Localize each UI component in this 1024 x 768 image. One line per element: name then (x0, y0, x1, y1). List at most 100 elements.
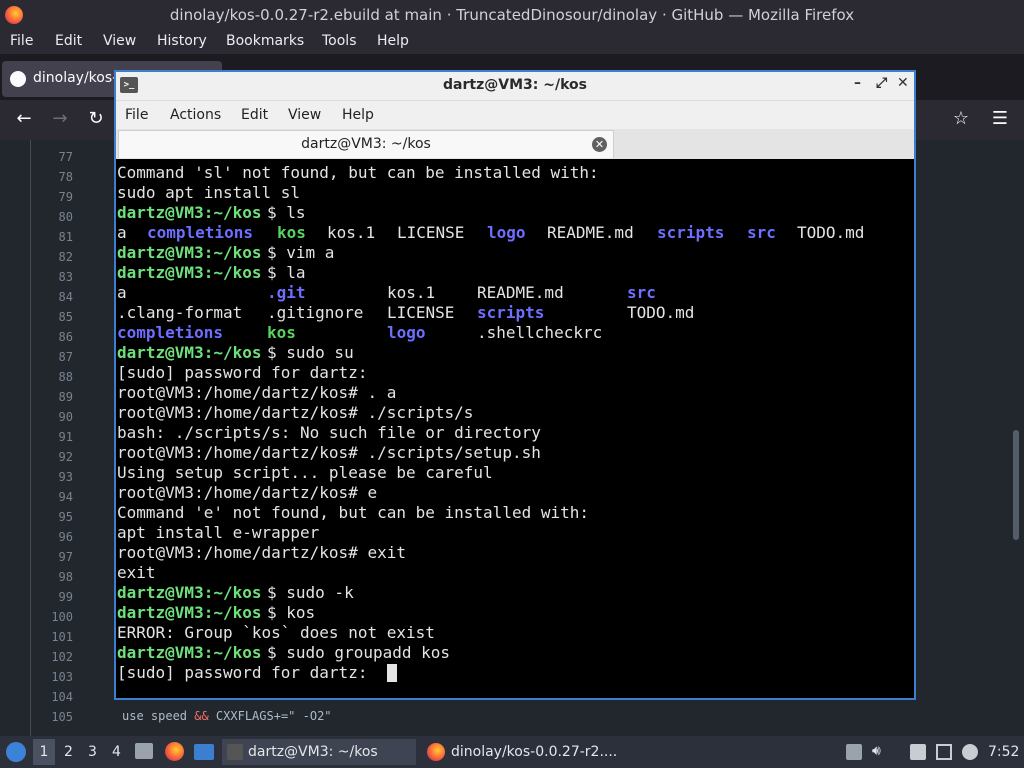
terminal-menu-view[interactable]: View (288, 107, 321, 123)
line-number: 80 (58, 210, 73, 224)
line-number: 81 (58, 230, 73, 244)
maximize-icon[interactable]: ⤢ (876, 75, 887, 91)
output-text: a (117, 283, 127, 302)
taskbar-firefox-task[interactable]: dinolay/kos-0.0.27-r2.... (424, 739, 620, 765)
output-text: [sudo] password for dartz: (117, 663, 378, 682)
tab-close-icon[interactable]: ✕ (592, 137, 607, 152)
output-text: apt install e-wrapper (117, 523, 320, 542)
terminal-menu-actions[interactable]: Actions (170, 107, 221, 123)
line-number: 99 (58, 590, 73, 604)
output-text: README.md (477, 283, 564, 302)
terminal-window: >_ dartz@VM3: ~/kos – ⤢ ✕ File Actions E… (114, 70, 916, 700)
terminal-menu-file[interactable]: File (125, 107, 148, 123)
terminal-task-icon (227, 744, 243, 760)
prompt-text: dartz@VM3:~/kos (117, 203, 262, 222)
start-menu-icon[interactable] (6, 742, 26, 762)
terminal-menu-bar: File Actions Edit View Help (116, 100, 914, 129)
terminal-window-title: dartz@VM3: ~/kos (443, 77, 587, 93)
menu-tools[interactable]: Tools (322, 33, 357, 49)
minimize-icon[interactable]: – (854, 75, 861, 91)
bookmark-star-icon[interactable]: ☆ (949, 108, 973, 129)
taskbar: 1 2 3 4 dartz@VM3: ~/kos dinolay/kos-0.0… (0, 736, 1024, 768)
output-text: logo (387, 323, 426, 342)
update-icon[interactable] (846, 744, 862, 760)
output-text: scripts (477, 303, 545, 322)
terminal-menu-edit[interactable]: Edit (241, 107, 268, 123)
output-text: .shellcheckrc (477, 323, 603, 342)
menu-edit[interactable]: Edit (55, 33, 82, 49)
output-text: a (117, 223, 127, 242)
task-label: dinolay/kos-0.0.27-r2.... (451, 744, 618, 760)
clipboard-icon[interactable] (910, 744, 926, 760)
line-number: 96 (58, 530, 73, 544)
line-number: 90 (58, 410, 73, 424)
output-text: $ kos (267, 603, 316, 622)
line-number: 86 (58, 330, 73, 344)
line-number: 77 (58, 150, 73, 164)
terminal-tab[interactable]: dartz@VM3: ~/kos ✕ (118, 130, 614, 158)
output-text: .clang-format (117, 303, 243, 322)
terminal-title-bar[interactable]: >_ dartz@VM3: ~/kos – ⤢ ✕ (116, 72, 914, 100)
file-manager-icon[interactable] (135, 743, 153, 759)
menu-history[interactable]: History (157, 33, 207, 49)
line-number: 91 (58, 430, 73, 444)
desktop-icon[interactable] (194, 744, 214, 760)
line-number: 105 (51, 710, 73, 724)
output-text: sudo apt install sl (117, 183, 301, 202)
terminal-tab-label: dartz@VM3: ~/kos (301, 136, 431, 152)
workspace-4[interactable]: 4 (112, 744, 121, 760)
volume-icon[interactable]: 🔊︎ (872, 743, 888, 759)
notification-icon[interactable] (962, 744, 978, 760)
page-scrollbar[interactable] (1013, 430, 1019, 540)
menu-file[interactable]: File (10, 33, 33, 49)
output-text: kos.1 (327, 223, 376, 242)
output-text: root@VM3:/home/dartz/kos# ./scripts/s (117, 403, 474, 422)
menu-help[interactable]: Help (377, 33, 409, 49)
output-text: .gitignore (267, 303, 364, 322)
output-text: .git (267, 283, 306, 302)
prompt-text: dartz@VM3:~/kos (117, 583, 262, 602)
output-text: bash: ./scripts/s: No such file or direc… (117, 423, 541, 442)
forward-arrow-icon[interactable]: → (48, 108, 72, 129)
hamburger-menu-icon[interactable]: ☰ (988, 108, 1012, 129)
output-text: kos (267, 323, 296, 342)
line-number: 87 (58, 350, 73, 364)
prompt-text: dartz@VM3:~/kos (117, 343, 262, 362)
menu-bookmarks[interactable]: Bookmarks (226, 33, 304, 49)
code-text: use speed (122, 709, 195, 723)
prompt-text: dartz@VM3:~/kos (117, 263, 262, 282)
workspace-3[interactable]: 3 (88, 744, 97, 760)
output-text: [sudo] password for dartz: (117, 363, 368, 382)
workspace-2[interactable]: 2 (64, 744, 73, 760)
back-arrow-icon[interactable]: ← (12, 108, 36, 129)
line-number: 92 (58, 450, 73, 464)
output-text: root@VM3:/home/dartz/kos# . a (117, 383, 397, 402)
line-number-gutter: 77 78 79 80 81 82 83 84 85 86 87 88 89 9… (30, 140, 78, 736)
code-text: CXXFLAGS+=" -O2" (208, 709, 332, 723)
output-text: $ sudo groupadd kos (267, 643, 451, 662)
output-text: $ ls (267, 203, 306, 222)
text-cursor (387, 664, 397, 682)
menu-view[interactable]: View (103, 33, 136, 49)
firefox-title-bar: dinolay/kos-0.0.27-r2.ebuild at main · T… (0, 0, 1024, 30)
network-icon[interactable] (936, 744, 952, 760)
prompt-text: dartz@VM3:~/kos (117, 603, 262, 622)
terminal-menu-help[interactable]: Help (342, 107, 374, 123)
line-number: 89 (58, 390, 73, 404)
line-number: 82 (58, 250, 73, 264)
workspace-1[interactable]: 1 (33, 739, 55, 765)
line-number: 101 (51, 630, 73, 644)
output-text: LICENSE (387, 303, 455, 322)
output-text: Command 'e' not found, but can be instal… (117, 503, 590, 522)
firefox-launcher-icon[interactable] (165, 742, 184, 761)
line-number: 83 (58, 270, 73, 284)
output-text: kos (277, 223, 306, 242)
line-number: 93 (58, 470, 73, 484)
reload-icon[interactable]: ↻ (84, 108, 108, 129)
line-number: 85 (58, 310, 73, 324)
terminal-output[interactable]: Command 'sl' not found, but can be insta… (117, 163, 913, 693)
taskbar-terminal-task[interactable]: dartz@VM3: ~/kos (222, 739, 416, 765)
output-text: root@VM3:/home/dartz/kos# e (117, 483, 378, 502)
close-icon[interactable]: ✕ (897, 75, 909, 91)
line-number: 100 (51, 610, 73, 624)
